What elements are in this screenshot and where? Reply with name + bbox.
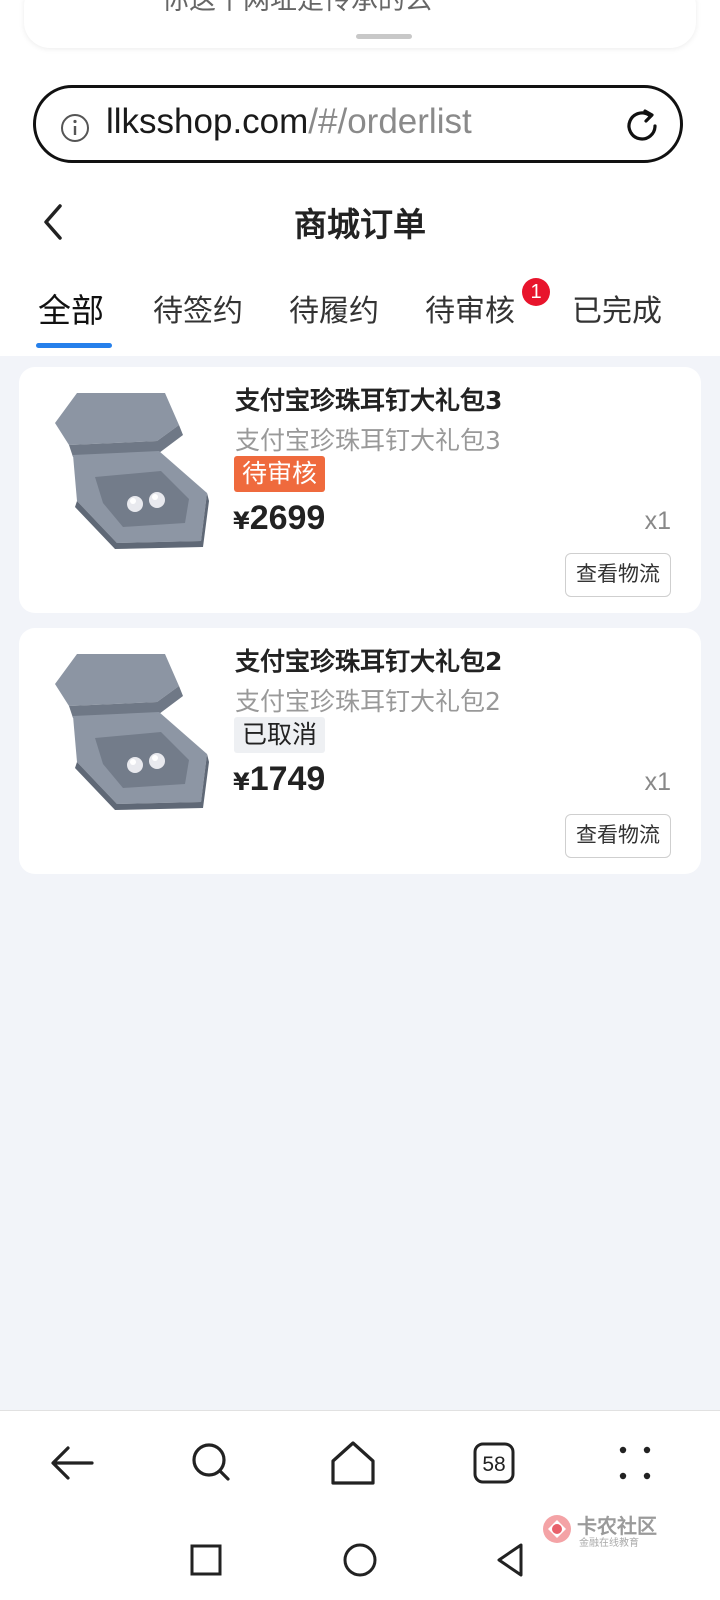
order-card[interactable]: 支付宝珍珠耳钉大礼包2 支付宝珍珠耳钉大礼包2 已取消 ¥1749 x1 查看物… [19, 628, 701, 874]
notification-handle[interactable] [356, 34, 412, 39]
home-icon[interactable] [321, 1431, 385, 1495]
tabs-icon[interactable]: 58 [462, 1431, 526, 1495]
view-logistics-button[interactable]: 查看物流 [565, 553, 671, 597]
tab-pending-review[interactable]: 待审核 [425, 286, 515, 330]
status-badge: 已取消 [234, 717, 326, 753]
watermark-logo: 卡农社区 金融在线教育 [540, 1510, 670, 1550]
browser-toolbar: 58 [0, 1410, 720, 1521]
status-badge: 待审核 [234, 456, 326, 492]
order-card[interactable]: 支付宝珍珠耳钉大礼包3 支付宝珍珠耳钉大礼包3 待审核 ¥2699 x1 查看物… [19, 367, 701, 613]
order-quantity: x1 [644, 507, 671, 535]
tab-count: 58 [482, 1453, 505, 1476]
product-image [55, 654, 209, 810]
watermark-subtitle: 金融在线教育 [579, 1538, 639, 1549]
watermark-icon [543, 1515, 571, 1543]
price-amount: 1749 [249, 760, 326, 798]
order-tabs: 全部 待签约 待履约 待审核 1 已完成 [0, 278, 720, 350]
view-logistics-button[interactable]: 查看物流 [565, 814, 671, 858]
address-bar[interactable]: llksshop.com/#/orderlist [33, 85, 683, 163]
reload-icon[interactable] [622, 106, 662, 150]
search-icon[interactable] [180, 1431, 244, 1495]
tab-pending-sign[interactable]: 待签约 [153, 286, 243, 330]
currency-symbol: ¥ [233, 768, 250, 796]
order-price: ¥2699 [233, 499, 325, 538]
price-amount: 2699 [249, 499, 326, 537]
order-price: ¥1749 [233, 760, 325, 799]
more-icon[interactable] [603, 1431, 667, 1495]
tab-pending-fulfill[interactable]: 待履约 [289, 286, 379, 330]
home-circle-icon[interactable] [334, 1534, 386, 1586]
back-arrow-icon[interactable] [40, 1431, 104, 1495]
url-text[interactable]: llksshop.com/#/orderlist [106, 102, 472, 142]
product-image [55, 393, 209, 549]
tab-completed[interactable]: 已完成 [572, 286, 662, 330]
currency-symbol: ¥ [233, 507, 250, 535]
product-name: 支付宝珍珠耳钉大礼包3 [235, 386, 503, 415]
url-host: llksshop.com [106, 102, 309, 141]
info-icon[interactable] [60, 113, 90, 147]
order-quantity: x1 [644, 768, 671, 796]
product-subtitle: 支付宝珍珠耳钉大礼包2 [235, 687, 501, 716]
page-header: 商城订单 [0, 190, 720, 254]
notification-text: 你这个网址是传承的么 [162, 0, 432, 16]
tab-all[interactable]: 全部 [38, 284, 104, 332]
url-path: /#/orderlist [308, 102, 472, 141]
recents-square-icon[interactable] [180, 1534, 232, 1586]
back-triangle-icon[interactable] [485, 1534, 537, 1586]
tab-badge: 1 [522, 278, 550, 306]
active-tab-indicator [36, 343, 112, 348]
product-subtitle: 支付宝珍珠耳钉大礼包3 [235, 426, 501, 455]
page-title: 商城订单 [294, 205, 426, 244]
product-name: 支付宝珍珠耳钉大礼包2 [235, 647, 503, 676]
notification-card[interactable]: 你这个网址是传承的么 [24, 0, 696, 48]
